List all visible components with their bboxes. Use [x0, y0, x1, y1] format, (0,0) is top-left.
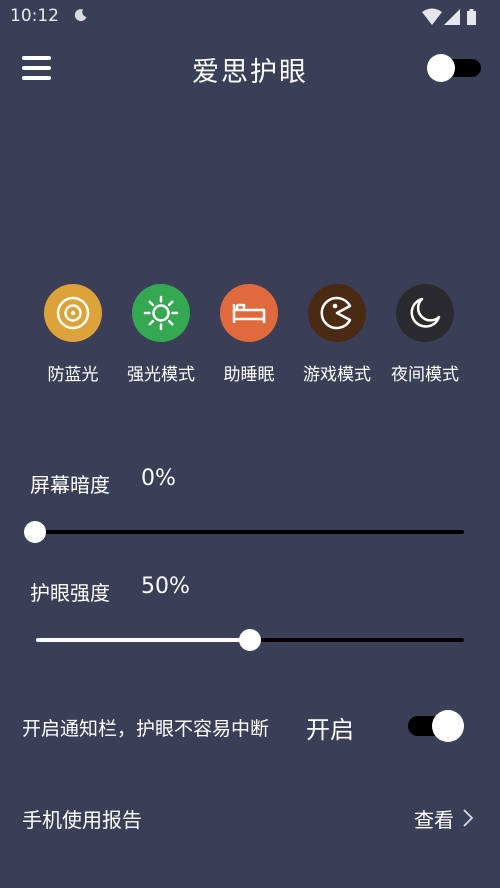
screen-dim-slider[interactable] [24, 521, 464, 543]
notification-text: 开启通知栏，护眼不容易中断 [22, 718, 270, 740]
signal-icon [444, 9, 460, 25]
target-icon [56, 296, 90, 330]
notification-status: 开启 [306, 716, 354, 744]
do-not-disturb-moon-icon [74, 9, 87, 22]
mode-circle-game [308, 284, 366, 342]
eye-strength-fill [36, 638, 250, 642]
mode-sleep-aid[interactable]: 助睡眠 [205, 284, 293, 385]
bed-icon [232, 303, 266, 323]
mode-label: 夜间模式 [391, 365, 459, 385]
mode-label: 游戏模式 [303, 365, 371, 385]
sun-icon [143, 295, 179, 331]
mode-circle-sleep-aid [220, 284, 278, 342]
mode-game[interactable]: 游戏模式 [293, 284, 381, 385]
chevron-right-icon [463, 809, 474, 827]
wifi-icon [422, 8, 442, 25]
usage-report-label: 手机使用报告 [22, 808, 142, 832]
master-toggle-knob [427, 54, 455, 82]
eye-strength-value: 50% [141, 574, 190, 599]
mode-strong-light[interactable]: 强光模式 [117, 284, 205, 385]
status-bar: 10:12 [0, 0, 500, 34]
screen-dim-section: 屏幕暗度 0% [0, 466, 500, 556]
screen-dim-thumb[interactable] [24, 521, 46, 543]
screen-dim-label: 屏幕暗度 [30, 473, 110, 497]
mode-circle-night [396, 284, 454, 342]
app-bar: 爱思护眼 [0, 40, 500, 98]
battery-icon [467, 9, 476, 25]
mode-label: 防蓝光 [47, 365, 99, 385]
mode-circle-anti-blue-light [44, 284, 102, 342]
screen-dim-value: 0% [141, 466, 176, 491]
notification-toggle-knob [432, 710, 464, 742]
mode-label: 助睡眠 [223, 365, 275, 385]
eye-strength-section: 护眼强度 50% [0, 574, 500, 664]
notification-row: 开启通知栏，护眼不容易中断 开启 [0, 700, 500, 752]
pacman-icon [320, 296, 352, 330]
mode-list: 防蓝光 强光模式 助睡眠 游戏模式 夜间模式 [0, 284, 500, 394]
notification-toggle[interactable] [406, 710, 464, 742]
eye-strength-thumb[interactable] [239, 629, 261, 651]
eye-strength-label: 护眼强度 [30, 581, 110, 605]
view-report-link[interactable]: 查看 [414, 804, 454, 833]
mode-label: 强光模式 [127, 365, 195, 385]
mode-circle-strong-light [132, 284, 190, 342]
mode-night[interactable]: 夜间模式 [381, 284, 469, 385]
moon-icon [410, 297, 441, 328]
app-title: 爱思护眼 [192, 57, 308, 88]
mode-anti-blue-light[interactable]: 防蓝光 [29, 284, 117, 385]
status-icons [422, 8, 476, 25]
master-toggle[interactable] [427, 54, 482, 82]
eye-strength-slider[interactable] [36, 629, 464, 651]
usage-report-row[interactable]: 手机使用报告 查看 [0, 790, 500, 844]
status-time: 10:12 [10, 6, 59, 26]
